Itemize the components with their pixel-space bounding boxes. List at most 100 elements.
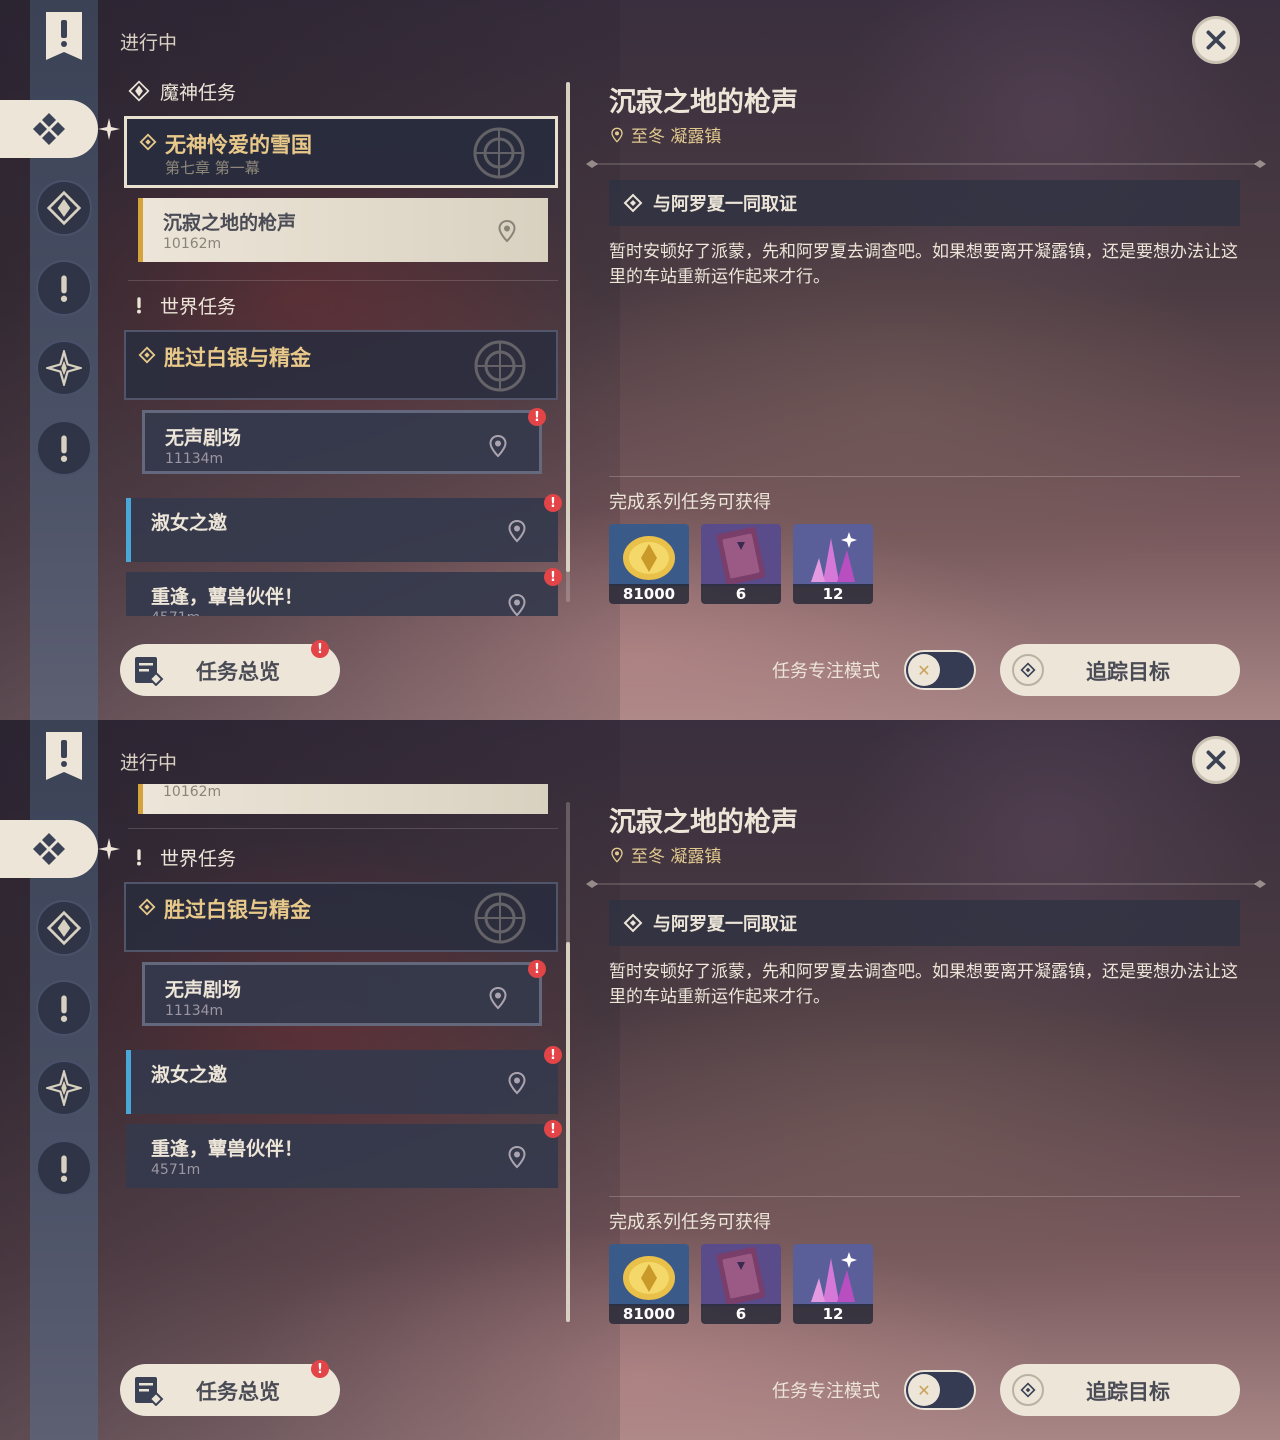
navigate-pin-button[interactable] — [492, 216, 522, 246]
navigate-pin-button[interactable] — [502, 590, 532, 616]
rail-story-quests-button[interactable] — [36, 980, 92, 1036]
quest-description: 暂时安顿好了派蒙，先和阿罗夏去调查吧。如果想要离开凝露镇，还是要想办法让这里的车… — [609, 242, 1238, 287]
rail-world-quests-button[interactable] — [36, 1140, 92, 1196]
quest-step-distance: 4571m — [151, 610, 200, 616]
quest-group-chapter: 第七章 第一幕 — [165, 159, 260, 177]
quest-step-item[interactable]: 淑女之邀 — [126, 498, 558, 562]
quest-step-item[interactable]: 重逢，蕈兽伙伴！ 4571m — [126, 572, 558, 616]
quest-banner-icon — [44, 10, 84, 62]
ornament-divider — [586, 880, 1266, 888]
map-pin-icon — [486, 434, 510, 458]
star-compass-icon — [46, 1070, 82, 1106]
reward-item[interactable]: 12 — [793, 524, 873, 604]
navigate-pin-button[interactable] — [483, 431, 513, 461]
quest-step-distance: 11134m — [165, 451, 224, 467]
rail-all-quests-button[interactable] — [0, 820, 98, 878]
reward-item[interactable]: 6 — [701, 1244, 781, 1324]
close-icon — [1203, 27, 1229, 53]
quest-log-icon — [132, 1374, 164, 1406]
section-in-progress-label: 进行中 — [120, 32, 178, 54]
rail-commission-quests-button[interactable] — [36, 340, 92, 396]
new-alert-badge: ! — [544, 1120, 562, 1138]
location-label: 至冬 凝露镇 — [631, 847, 722, 867]
heros-wit-book-icon — [701, 524, 781, 586]
track-target-button[interactable]: 追踪目标 — [1000, 644, 1240, 696]
star-compass-icon — [46, 350, 82, 386]
category-world-header: 世界任务 — [128, 842, 236, 872]
toggle-off-icon: ✕ — [908, 654, 940, 686]
rail-archon-quests-button[interactable] — [36, 180, 92, 236]
track-target-button[interactable]: 追踪目标 — [1000, 1364, 1240, 1416]
rewards-label: 完成系列任务可获得 — [609, 1212, 771, 1233]
map-pin-icon — [486, 986, 510, 1010]
scroll-thumb[interactable] — [566, 82, 570, 572]
rail-archon-quests-button[interactable] — [36, 900, 92, 956]
quest-list[interactable]: 魔神任务 无神怜爱的雪国 第七章 第一幕 沉寂之地的枪声 10162m 世界任务… — [120, 64, 570, 616]
new-alert-badge: ! — [544, 568, 562, 586]
navigate-pin-button[interactable] — [502, 516, 532, 546]
quest-list-scrollbar[interactable] — [566, 82, 570, 602]
focus-mode-toggle[interactable]: ✕ — [904, 650, 976, 690]
reward-item[interactable]: 81000 — [609, 1244, 689, 1324]
quest-list-scrollbar[interactable] — [566, 802, 570, 1322]
navigate-pin-button[interactable] — [502, 1142, 532, 1172]
quest-step-title: 重逢，蕈兽伙伴！ — [151, 586, 304, 608]
quest-step-item[interactable]: 沉寂之地的枪声 10162m — [138, 198, 548, 262]
quest-group-archon[interactable]: 无神怜爱的雪国 第七章 第一幕 — [124, 116, 558, 188]
quest-group-world[interactable]: 胜过白银与精金 — [124, 882, 558, 952]
reward-item[interactable]: 81000 — [609, 524, 689, 604]
selected-spark-icon — [98, 118, 120, 140]
quest-step-distance: 4571m — [151, 1162, 201, 1178]
quest-list[interactable]: 10162m 世界任务 胜过白银与精金 无声剧场 11134m ! 淑女之邀 !… — [120, 784, 570, 1336]
rail-commission-quests-button[interactable] — [36, 1060, 92, 1116]
focus-mode-label: 任务专注模式 — [772, 661, 880, 682]
step-diamond-icon — [623, 913, 643, 933]
map-pin-icon — [505, 593, 529, 616]
category-world-label: 世界任务 — [160, 847, 237, 870]
rail-all-quests-button[interactable] — [0, 100, 98, 158]
focus-mode-toggle[interactable]: ✕ — [904, 1370, 976, 1410]
quest-group-world[interactable]: 胜过白银与精金 — [124, 330, 558, 400]
track-diamond-icon — [1012, 654, 1044, 686]
rewards-divider — [609, 476, 1240, 477]
quest-banner-icon — [44, 730, 84, 782]
quest-step-title: 无声剧场 — [165, 979, 242, 1001]
track-diamond-icon — [1012, 1374, 1044, 1406]
track-target-label: 追踪目标 — [1086, 1380, 1170, 1404]
quest-step-item[interactable]: 淑女之邀 — [126, 1050, 558, 1114]
quest-diamond-icon — [138, 346, 156, 364]
quest-overview-label: 任务总览 — [196, 1380, 280, 1404]
reward-item[interactable]: 6 — [701, 524, 781, 604]
location-label: 至冬 凝露镇 — [631, 127, 722, 147]
location-pin-icon — [609, 127, 625, 143]
reward-item[interactable]: 12 — [793, 1244, 873, 1324]
close-button[interactable] — [1192, 16, 1240, 64]
exclaim-icon — [128, 294, 150, 316]
quest-panel-bottom: 进行中 10162m 世界任务 胜过白银与精金 无声剧场 11134m ! 淑女… — [0, 720, 1280, 1440]
category-archon-header: 魔神任务 — [128, 76, 236, 106]
quest-overview-button[interactable]: 任务总览 — [120, 644, 340, 696]
quest-overview-button[interactable]: 任务总览 — [120, 1364, 340, 1416]
quest-panel-top: 进行中 魔神任务 无神怜爱的雪国 第七章 第一幕 沉寂之地的枪声 10162m … — [0, 0, 1280, 720]
quest-step-item[interactable]: 10162m — [138, 784, 548, 814]
archon-quest-icon — [128, 80, 150, 102]
quest-step-item[interactable]: 重逢，蕈兽伙伴！ 4571m — [126, 1124, 558, 1188]
archon-quest-icon — [46, 910, 82, 946]
navigate-pin-button[interactable] — [483, 983, 513, 1013]
reward-count: 12 — [793, 1304, 873, 1324]
rail-story-quests-button[interactable] — [36, 260, 92, 316]
quest-step-item[interactable]: 无声剧场 11134m — [142, 410, 542, 474]
exclaim-icon — [46, 430, 82, 466]
navigate-pin-button[interactable] — [502, 1068, 532, 1098]
exclaim-diamond-icon — [46, 990, 82, 1026]
map-pin-icon — [505, 1071, 529, 1095]
rail-world-quests-button[interactable] — [36, 420, 92, 476]
quest-step-item[interactable]: 无声剧场 11134m — [142, 962, 542, 1026]
reward-count: 12 — [793, 584, 873, 604]
current-step-banner: 与阿罗夏一同取证 — [609, 900, 1240, 946]
category-divider — [128, 828, 558, 829]
quest-group-title: 无神怜爱的雪国 — [165, 133, 312, 157]
close-button[interactable] — [1192, 736, 1240, 784]
step-diamond-icon — [623, 193, 643, 213]
scroll-thumb[interactable] — [566, 942, 570, 1322]
